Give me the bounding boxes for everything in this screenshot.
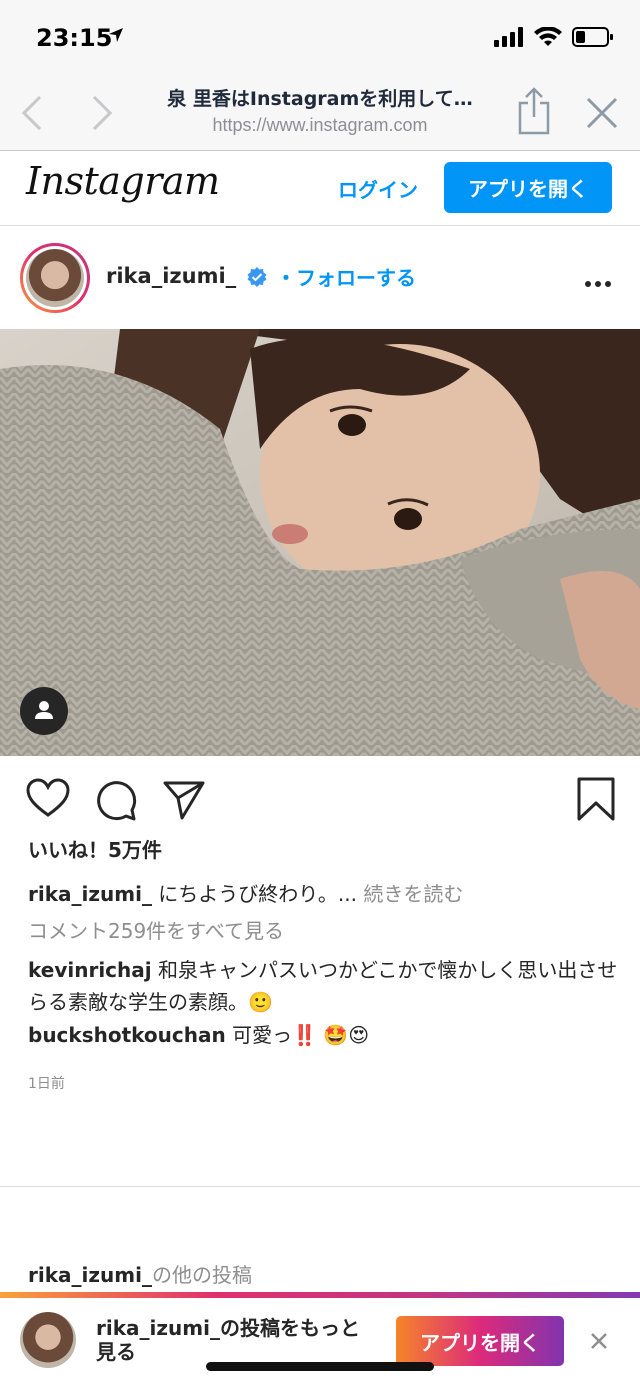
battery-icon (572, 26, 614, 52)
follow-button[interactable]: ・フォローする (276, 262, 416, 291)
close-icon[interactable] (584, 95, 620, 135)
url-text[interactable]: https://www.instagram.com (140, 115, 500, 136)
comment-username[interactable]: kevinrichaj (28, 958, 152, 982)
tagged-users-button[interactable] (20, 687, 68, 735)
forward-icon[interactable] (86, 93, 116, 137)
caption-text: にちようび終わり。... (151, 882, 364, 906)
comment-item: buckshotkouchan 可愛っ‼️ 🤩😍 (28, 1019, 618, 1051)
location-arrow-icon (108, 27, 124, 47)
banner-avatar (20, 1312, 76, 1368)
post-timestamp: 1日前 (28, 1076, 65, 1092)
post-photo[interactable] (0, 329, 640, 756)
browser-bar: 泉 里香はInstagramを利用して… https://www.instagr… (0, 75, 640, 151)
banner-gradient-bar (0, 1292, 640, 1298)
home-indicator[interactable] (206, 1362, 434, 1371)
post-actions (0, 770, 640, 830)
more-posts-suffix: の他の投稿 (151, 1263, 252, 1287)
post-username[interactable]: rika_izumi_ (106, 264, 236, 288)
banner-open-app-button[interactable]: アプリを開く (396, 1316, 564, 1366)
photo-illustration (0, 329, 640, 756)
open-app-button[interactable]: アプリを開く (444, 162, 612, 213)
bottom-app-banner: rika_izumi_の投稿をもっと見る アプリを開く (0, 1292, 640, 1386)
send-icon[interactable] (162, 778, 206, 826)
likes-count[interactable]: いいね！5万件 (28, 834, 162, 863)
signal-icon (494, 27, 524, 51)
status-time: 23:15 (36, 24, 113, 52)
person-icon (35, 701, 53, 719)
banner-close-icon[interactable] (590, 1332, 608, 1354)
comment-text: 可愛っ‼️ 🤩😍 (225, 1023, 370, 1047)
wifi-icon (534, 26, 562, 51)
bookmark-icon[interactable] (576, 776, 616, 826)
instagram-header: Instagram ログイン アプリを開く (0, 151, 640, 226)
divider (0, 1186, 640, 1187)
read-more-link[interactable]: 続きを読む (363, 882, 463, 906)
back-icon[interactable] (18, 93, 48, 137)
heart-icon[interactable] (26, 778, 70, 822)
login-link[interactable]: ログイン (338, 174, 418, 203)
verified-badge-icon (246, 266, 268, 292)
banner-text: rika_izumi_の投稿をもっと見る (96, 1316, 360, 1364)
comment-icon[interactable] (94, 778, 138, 826)
more-posts-username[interactable]: rika_izumi_ (28, 1263, 152, 1287)
more-posts-heading: rika_izumi_の他の投稿 (28, 1259, 252, 1288)
status-icons (494, 26, 614, 52)
status-bar: 23:15 (0, 0, 640, 75)
comment-item: kevinrichaj 和泉キャンパスいつかどこかで懐かしく思い出させらる素敵な… (28, 954, 618, 1018)
view-all-comments-link[interactable]: コメント259件をすべて見る (28, 915, 284, 944)
caption-username[interactable]: rika_izumi_ (28, 882, 152, 906)
share-icon[interactable] (514, 87, 554, 139)
more-options-icon[interactable] (584, 273, 612, 292)
page-title: 泉 里香はInstagramを利用して… (167, 88, 473, 110)
post-header: rika_izumi_ ・フォローする (0, 227, 640, 329)
avatar[interactable] (20, 243, 90, 313)
instagram-logo[interactable]: Instagram (26, 159, 220, 203)
post-caption: rika_izumi_ にちようび終わり。... 続きを読む (28, 878, 618, 907)
comment-username[interactable]: buckshotkouchan (28, 1023, 226, 1047)
